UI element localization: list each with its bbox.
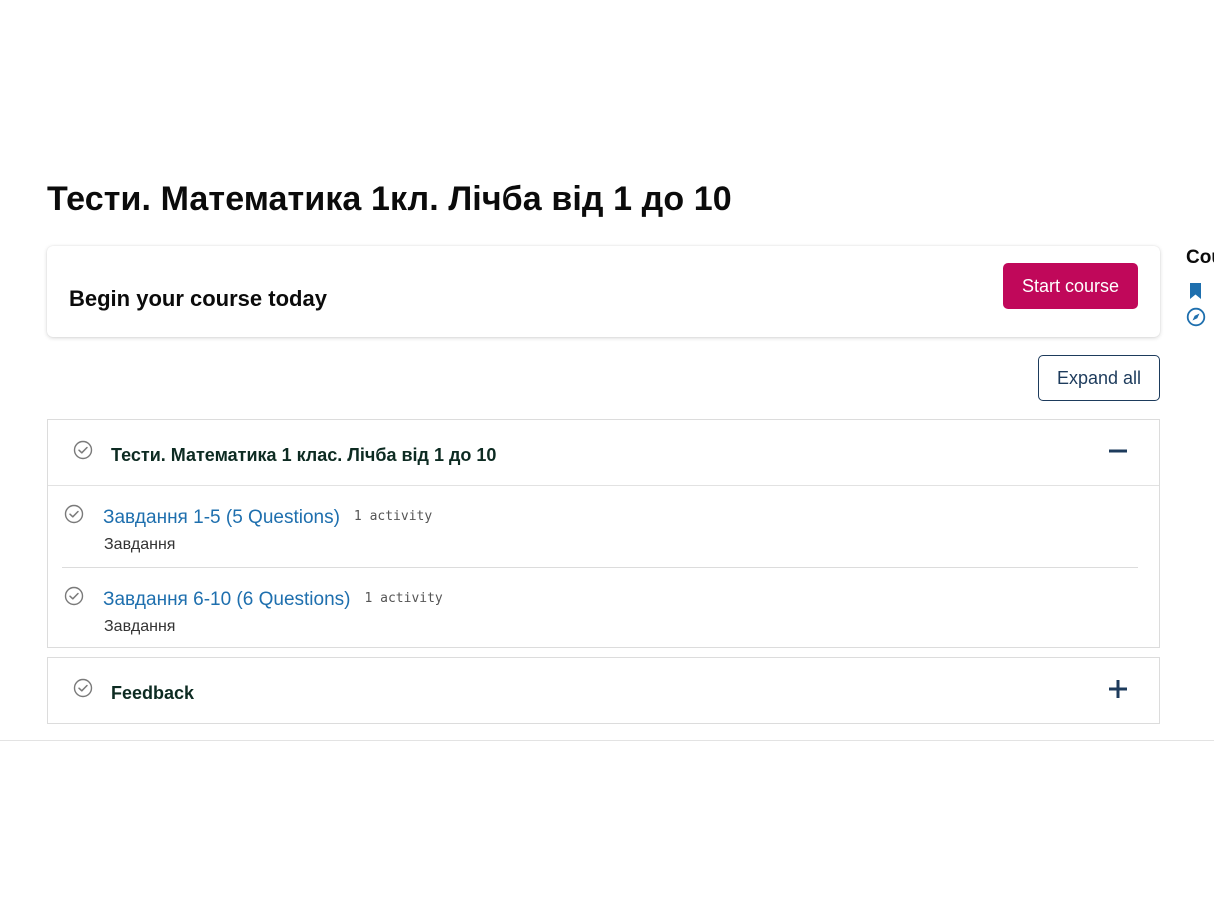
- activity-item: Завдання 1-5 (5 Questions) 1 activity Зав…: [62, 486, 1138, 567]
- section-header-2[interactable]: Feedback: [48, 658, 1159, 723]
- compass-icon[interactable]: [1186, 307, 1206, 327]
- plus-icon[interactable]: [1107, 678, 1129, 700]
- activity-title[interactable]: Завдання 1-5 (5 Questions): [103, 507, 340, 528]
- course-section-1: Тести. Математика 1 клас. Лічба від 1 до…: [47, 419, 1160, 648]
- expand-all-button[interactable]: Expand all: [1038, 355, 1160, 401]
- activity-type: Завдання: [104, 536, 176, 553]
- minus-icon[interactable]: [1107, 440, 1129, 462]
- course-index-panel: Cou: [1186, 247, 1214, 327]
- check-circle-icon: [73, 440, 93, 460]
- check-circle-icon: [64, 586, 84, 606]
- begin-course-card: Begin your course today Start course: [47, 246, 1160, 337]
- activity-count: 1 activity: [364, 591, 443, 606]
- activity-item: Завдання 6-10 (6 Questions) 1 activity За…: [62, 567, 1138, 647]
- activity-title[interactable]: Завдання 6-10 (6 Questions): [103, 589, 350, 610]
- bookmark-icon[interactable]: [1186, 281, 1206, 301]
- start-course-button[interactable]: Start course: [1003, 263, 1138, 309]
- section-header-1[interactable]: Тести. Математика 1 клас. Лічба від 1 до…: [48, 420, 1159, 485]
- page-title: Тести. Математика 1кл. Лічба від 1 до 10: [47, 180, 732, 218]
- section-title: Feedback: [111, 683, 195, 703]
- check-circle-icon: [73, 678, 93, 698]
- activity-count: 1 activity: [353, 509, 433, 524]
- course-index-title: Cou: [1186, 247, 1214, 268]
- footer-divider: [0, 740, 1214, 741]
- course-section-2: Feedback: [47, 657, 1160, 724]
- activity-type: Завдання: [104, 618, 176, 635]
- begin-course-text: Begin your course today: [69, 286, 327, 311]
- activity-link[interactable]: Завдання 6-10 (6 Questions) 1 activity: [103, 589, 443, 611]
- check-circle-icon: [64, 504, 84, 524]
- activity-link[interactable]: Завдання 1-5 (5 Questions) 1 activity: [103, 507, 432, 529]
- section-body-1: Завдання 1-5 (5 Questions) 1 activity Зав…: [48, 485, 1159, 647]
- section-title: Тести. Математика 1 клас. Лічба від 1 до…: [111, 445, 497, 465]
